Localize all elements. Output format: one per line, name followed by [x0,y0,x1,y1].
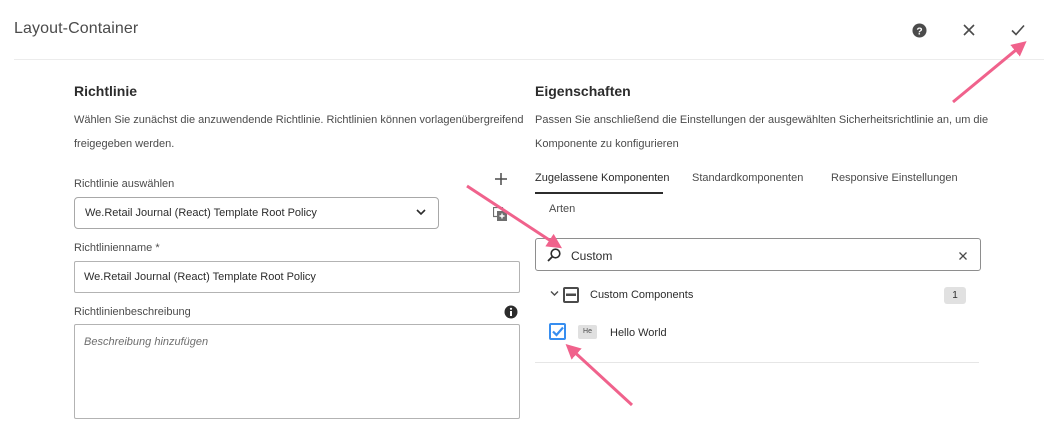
policy-select-value: We.Retail Journal (React) Template Root … [85,207,317,219]
help-button[interactable]: ? [910,21,928,39]
tab-styles[interactable]: Arten [549,203,575,215]
arrow-to-checkbox [565,343,634,407]
component-chip: He [578,325,597,339]
duplicate-icon [492,206,507,221]
policy-description-line2: freigegeben werden. [74,138,175,150]
properties-description-line1: Passen Sie anschließend die Einstellunge… [535,114,989,126]
search-input[interactable]: Custom [571,249,612,263]
close-icon [963,24,975,36]
policy-description-label: Richtlinienbeschreibung [74,306,191,318]
confirm-button[interactable] [1009,21,1027,39]
component-search[interactable]: Custom [535,238,981,271]
properties-description-line2: Komponente zu konfigurieren [535,138,679,150]
info-button[interactable] [504,305,518,319]
indeterminate-icon [566,293,576,296]
arrow-to-search [466,184,563,249]
close-button[interactable] [960,21,978,39]
chevron-down-icon [416,209,426,216]
component-label: Hello World [610,327,667,339]
info-icon [504,305,518,319]
policy-select[interactable]: We.Retail Journal (React) Template Root … [74,197,439,229]
checkmark-icon [552,326,564,337]
clear-search-icon[interactable] [959,252,967,260]
policy-description-field[interactable]: Beschreibung hinzufügen [74,324,520,419]
component-group-row: Custom Components [535,282,981,310]
active-tab-indicator [535,192,663,194]
policy-description-placeholder: Beschreibung hinzufügen [84,336,209,348]
dialog-header: Layout-Container ? [0,0,1051,60]
tab-default-components[interactable]: Standardkomponenten [692,172,803,184]
plus-icon [495,173,507,185]
hello-world-checkbox[interactable] [549,323,566,340]
group-checkbox[interactable] [563,287,579,303]
search-icon [547,248,561,262]
tab-allowed-components[interactable]: Zugelassene Komponenten [535,172,670,184]
group-label: Custom Components [590,289,694,301]
header-divider [14,59,1044,60]
add-policy-button[interactable] [494,172,510,188]
help-icon: ? [911,22,927,38]
tab-responsive-settings[interactable]: Responsive Einstellungen [831,172,958,184]
list-divider [535,362,979,363]
checkmark-icon [1011,24,1025,36]
svg-text:?: ? [916,26,922,37]
policy-name-label: Richtlinienname * [74,242,160,254]
dialog-title: Layout-Container [14,20,139,37]
copy-policy-button[interactable] [492,206,509,223]
select-policy-label: Richtlinie auswählen [74,178,175,190]
group-count-badge: 1 [944,287,966,304]
policy-name-field[interactable]: We.Retail Journal (React) Template Root … [74,261,520,293]
properties-heading: Eigenschaften [535,83,631,99]
chevron-down-icon[interactable] [550,290,559,297]
policy-heading: Richtlinie [74,83,138,99]
policy-description-line1: Wählen Sie zunächst die anzuwendende Ric… [74,114,524,126]
